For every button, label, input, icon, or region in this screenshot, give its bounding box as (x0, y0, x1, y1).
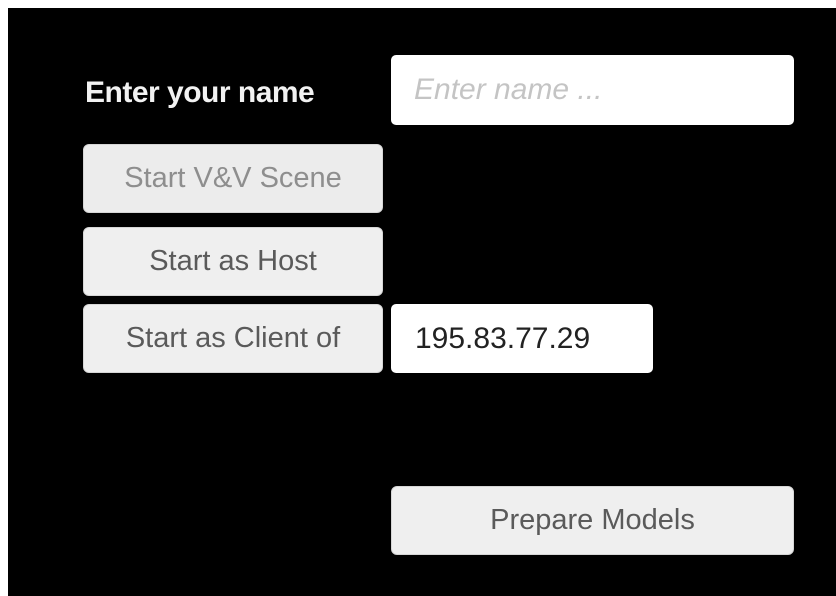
launcher-panel: Enter your name Start V&V Scene Start as… (8, 8, 836, 596)
start-as-host-button[interactable]: Start as Host (83, 227, 383, 296)
name-input[interactable] (391, 55, 794, 125)
server-ip-input[interactable] (391, 304, 653, 373)
prepare-models-button[interactable]: Prepare Models (391, 486, 794, 555)
name-label: Enter your name (85, 76, 315, 109)
start-vv-scene-button[interactable]: Start V&V Scene (83, 144, 383, 213)
start-as-client-button[interactable]: Start as Client of (83, 304, 383, 373)
